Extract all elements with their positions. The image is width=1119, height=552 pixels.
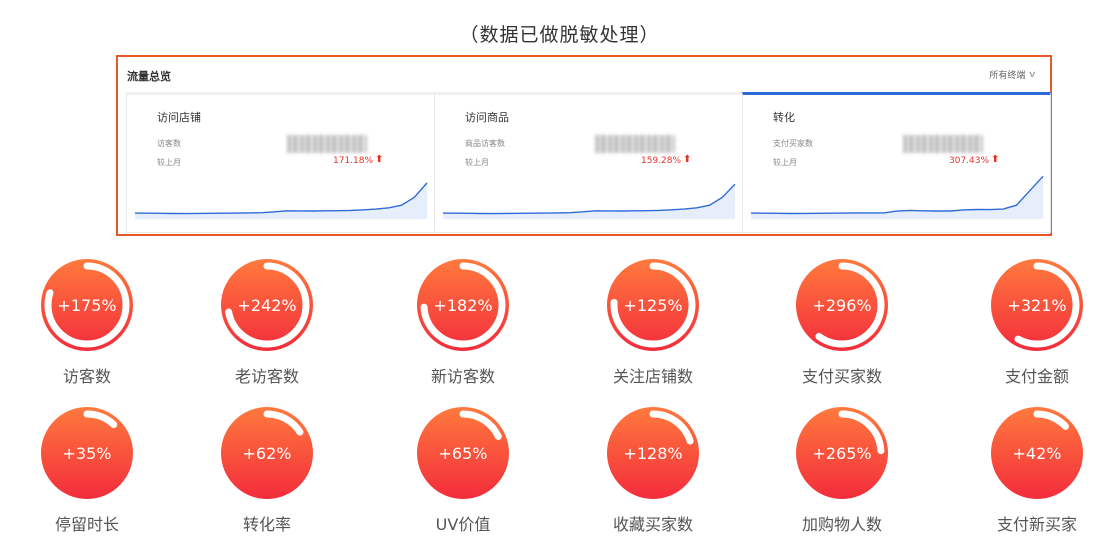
stat-item: +242% 老访客数 [192,257,342,387]
stat-label: 支付金额 [1004,367,1069,386]
stats-grid: +175% 访客数 +242% 老访客数 +182% 新访客数 +125% 关注店铺数 +296… [0,0,1119,552]
stat-label: 访客数 [62,367,111,386]
stat-item: +265% 加购物人数 [767,405,917,535]
stat-value: +182% [433,295,493,315]
stat-value: +265% [812,443,872,463]
stat-item: +42% 支付新买家 [962,405,1112,535]
stat-label: 转化率 [242,515,291,534]
progress-ring: +42% [989,405,1085,501]
progress-ring: +35% [39,405,135,501]
stat-value: +321% [1007,295,1067,315]
stat-label: 老访客数 [234,367,299,386]
stat-item: +175% 访客数 [12,257,162,387]
progress-ring: +125% [605,257,701,353]
stat-value: +42% [1012,443,1062,463]
stat-label: UV价值 [435,515,491,534]
progress-ring: +62% [219,405,315,501]
stat-value: +65% [438,443,488,463]
progress-ring: +182% [415,257,511,353]
stat-value: +175% [57,295,117,315]
stat-label: 收藏买家数 [612,515,693,534]
stat-item: +321% 支付金额 [962,257,1112,387]
stat-label: 停留时长 [54,515,119,534]
stat-label: 支付新买家 [996,515,1077,534]
progress-ring: +65% [415,405,511,501]
stat-item: +125% 关注店铺数 [578,257,728,387]
stat-label: 加购物人数 [801,515,882,534]
stat-value: +62% [242,443,292,463]
stat-label: 新访客数 [430,367,495,386]
stat-item: +182% 新访客数 [388,257,538,387]
progress-ring: +265% [794,405,890,501]
stat-item: +128% 收藏买家数 [578,405,728,535]
stat-value: +128% [623,443,683,463]
stat-item: +35% 停留时长 [12,405,162,535]
stat-value: +125% [623,295,683,315]
progress-ring: +128% [605,405,701,501]
stat-label: 支付买家数 [801,367,882,386]
progress-ring: +321% [989,257,1085,353]
progress-ring: +242% [219,257,315,353]
stat-value: +296% [812,295,872,315]
stat-label: 关注店铺数 [612,367,693,386]
stat-item: +296% 支付买家数 [767,257,917,387]
stat-value: +242% [237,295,297,315]
stat-item: +62% 转化率 [192,405,342,535]
progress-ring: +175% [39,257,135,353]
stat-value: +35% [62,443,112,463]
stat-item: +65% UV价值 [388,405,538,535]
progress-ring: +296% [794,257,890,353]
